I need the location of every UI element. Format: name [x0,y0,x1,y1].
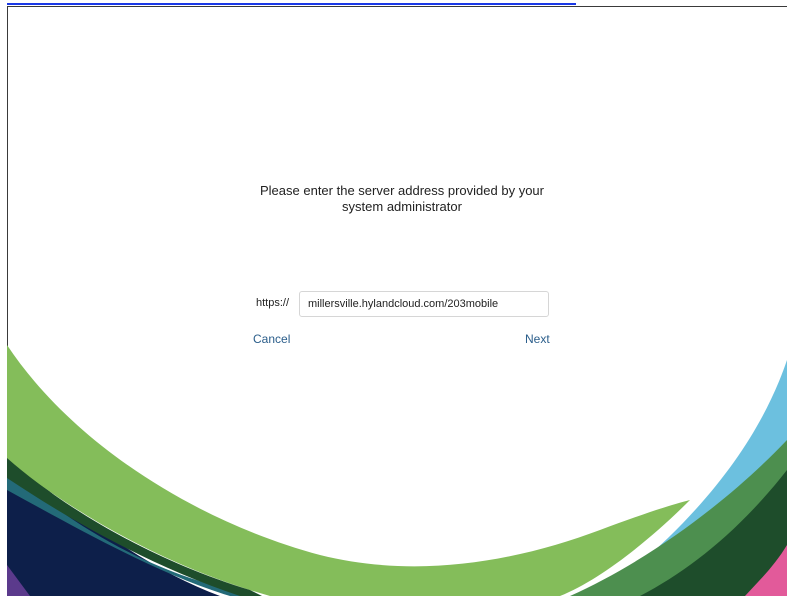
server-address-input[interactable] [299,291,549,317]
cancel-button[interactable]: Cancel [253,332,290,346]
next-button[interactable]: Next [525,332,550,346]
prompt-line-1: Please enter the server address provided… [260,183,544,198]
prompt-line-2: system administrator [342,199,462,214]
login-screen: Please enter the server address provided… [0,0,787,596]
url-scheme-label: https:// [256,297,290,309]
server-address-prompt: Please enter the server address provided… [230,183,574,215]
